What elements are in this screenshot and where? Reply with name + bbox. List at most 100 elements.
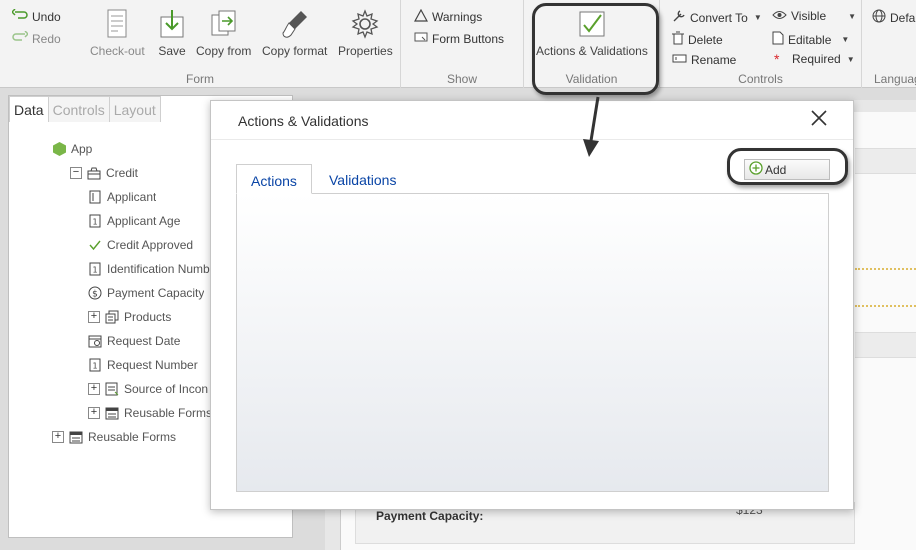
svg-text:1: 1 [92,218,97,227]
editable-dropdown[interactable]: Editable ▼ [772,31,849,48]
rename-label: Rename [691,53,737,67]
collection-icon [105,310,119,324]
tree-label: Applicant [107,190,157,204]
tree-label: Request Number [107,358,198,372]
edit-document-icon [772,31,784,48]
paintbrush-icon [280,8,310,40]
entity-basket-icon [87,166,101,180]
highlight-callout-add [727,148,848,185]
tree-item-reusable-forms[interactable]: + Reusable Forms [52,430,176,444]
form-group-label: Form [186,72,214,86]
collection-icon [105,382,119,396]
number-field-icon: 1 [88,214,102,228]
convert-to-caret-icon: ▼ [753,13,762,22]
tree-label: Applicant Age [107,214,181,228]
redo-icon [12,30,30,46]
tab-validations[interactable]: Validations [315,164,410,194]
copy-format-button[interactable]: Copy format [262,8,327,58]
required-caret-icon: ▼ [846,54,855,64]
tab-data[interactable]: Data [9,96,49,122]
form-dotted-divider [855,305,916,307]
copy-from-icon [209,8,239,40]
panel-tabs: Data Controls Layout [9,96,161,122]
tab-actions[interactable]: Actions [236,164,312,194]
tab-layout[interactable]: Layout [108,96,161,122]
ribbon-group-language: Defau Languag [862,0,916,88]
tree-item-credit-approved[interactable]: Credit Approved [88,238,193,252]
rename-button[interactable]: Rename [672,53,736,67]
tab-controls[interactable]: Controls [47,96,110,122]
copy-format-label: Copy format [262,44,328,58]
visible-caret-icon: ▼ [848,11,857,21]
asterisk-icon: * [774,51,780,67]
redo-button[interactable]: Redo [12,30,61,46]
expand-icon[interactable]: + [52,431,64,443]
tree-label: Payment Capacity [107,286,205,300]
tree-label: Source of Incon [124,382,209,396]
tree-label: Credit Approved [107,238,194,252]
tree-item-identification-number[interactable]: 1 Identification Numb [88,262,218,276]
calendar-icon [88,334,102,348]
globe-icon [872,9,886,26]
eye-icon [772,9,787,23]
copy-from-label: Copy from [196,44,252,58]
tree-item-source-of-income[interactable]: + Source of Incon [88,382,218,396]
boolean-check-icon [88,238,102,252]
visible-dropdown[interactable]: Visible ▼ [772,9,856,23]
warning-icon [413,8,429,25]
editable-caret-icon: ▼ [841,35,850,44]
tree-label: Products [124,310,172,324]
form-buttons-label: Form Buttons [432,31,505,46]
tree-label: Identification Numb [107,262,210,276]
warnings-toggle[interactable]: Warnings [413,8,482,25]
undo-button[interactable]: Undo [10,8,61,24]
tree-item-reusable-forms-credit[interactable]: + Reusable Forms [88,406,218,420]
visible-label: Visible [791,9,827,23]
form-buttons-icon [414,31,428,46]
tree-item-payment-capacity[interactable]: $ Payment Capacity [88,286,204,300]
copy-from-button[interactable]: Copy from [196,8,251,58]
save-button[interactable]: Save [157,8,187,58]
form-dotted-divider [855,268,916,270]
ribbon-group-form: Undo Redo Check-out Save Copy from Copy … [0,0,401,88]
number-field-icon: 1 [88,262,102,276]
svg-text:1: 1 [92,266,97,275]
form-section-header [855,332,916,358]
highlight-callout-actions-validations [532,3,659,95]
undo-label: Undo [32,9,61,24]
rename-icon [672,53,687,67]
tree-item-app[interactable]: App [52,142,92,156]
tree-item-request-number[interactable]: 1 Request Number [88,358,198,372]
tree-item-products[interactable]: + Products [88,310,171,324]
controls-group-label: Controls [738,72,783,86]
expand-icon[interactable]: + [88,311,100,323]
required-label: Required [792,52,841,66]
save-label: Save [158,44,186,58]
collapse-icon[interactable]: − [70,167,82,179]
tree-label: Reusable Forms [88,430,177,444]
delete-label: Delete [688,32,723,47]
properties-button[interactable]: Properties [338,8,393,58]
delete-button[interactable]: Delete [672,31,723,48]
expand-icon[interactable]: + [88,407,100,419]
expand-icon[interactable]: + [88,383,100,395]
ribbon: Undo Redo Check-out Save Copy from Copy … [0,0,916,88]
tree-item-applicant[interactable]: Applicant [88,190,156,204]
required-dropdown[interactable]: * Required ▼ [774,51,855,67]
ribbon-group-controls: Convert To ▼ Delete Rename Visible ▼ Edi… [660,0,862,88]
redo-label: Redo [32,31,61,46]
number-field-icon: 1 [88,358,102,372]
language-group-label: Languag [874,72,916,86]
convert-to-label: Convert To [690,10,748,25]
tree-item-applicant-age[interactable]: 1 Applicant Age [88,214,180,228]
show-group-label: Show [446,72,478,86]
checkout-button[interactable]: Check-out [90,8,145,58]
undo-icon [10,8,28,24]
dialog-title: Actions & Validations [238,113,369,129]
tree-item-credit[interactable]: − Credit [70,166,138,180]
convert-to-button[interactable]: Convert To ▼ [672,9,762,26]
tree-item-request-date[interactable]: Request Date [88,334,180,348]
close-icon[interactable] [810,109,828,127]
form-buttons-toggle[interactable]: Form Buttons [414,31,504,46]
default-language-button[interactable]: Defau [872,9,916,26]
